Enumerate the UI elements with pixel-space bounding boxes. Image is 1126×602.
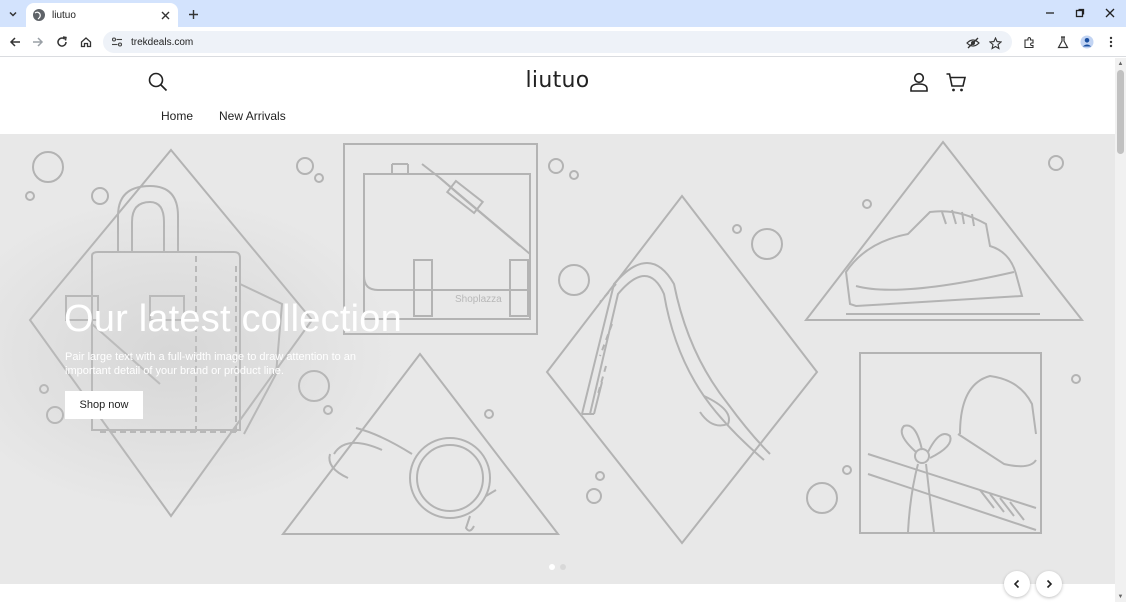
carousel-prev-button[interactable] bbox=[1004, 571, 1030, 597]
chevron-right-icon bbox=[1046, 579, 1053, 589]
slide-dot-1[interactable] bbox=[549, 564, 555, 570]
page-viewport: liutuo Home New Arrivals Shoplazza Our l… bbox=[0, 58, 1115, 602]
new-tab-plus-icon[interactable] bbox=[184, 5, 202, 23]
restore-icon[interactable] bbox=[1070, 4, 1090, 22]
url-text: trekdeals.com bbox=[131, 36, 194, 48]
browser-menu-dots-icon[interactable] bbox=[1101, 32, 1121, 52]
carousel-next-button[interactable] bbox=[1036, 571, 1062, 597]
forward-arrow-icon[interactable] bbox=[28, 32, 48, 52]
tab-list-chevron-icon[interactable] bbox=[4, 5, 22, 23]
site-settings-icon[interactable] bbox=[111, 36, 123, 48]
minimize-icon[interactable] bbox=[1040, 4, 1060, 22]
scroll-up-arrow-icon[interactable]: ▲ bbox=[1115, 58, 1126, 69]
scroll-down-arrow-icon[interactable]: ▼ bbox=[1115, 591, 1126, 602]
browser-tab-bar: liutuo bbox=[0, 0, 1126, 27]
browser-tab[interactable]: liutuo bbox=[26, 3, 178, 27]
hero-banner: Shoplazza Our latest collection Pair lar… bbox=[0, 134, 1115, 584]
home-icon[interactable] bbox=[76, 32, 96, 52]
hero-heading: Our latest collection bbox=[64, 298, 402, 340]
browser-toolbar: trekdeals.com bbox=[0, 27, 1126, 57]
tab-close-icon[interactable] bbox=[158, 8, 172, 22]
back-arrow-icon[interactable] bbox=[5, 32, 25, 52]
address-bar[interactable]: trekdeals.com bbox=[103, 31, 1012, 53]
scroll-thumb[interactable] bbox=[1117, 70, 1124, 154]
cart-icon[interactable] bbox=[945, 71, 967, 93]
extensions-puzzle-icon[interactable] bbox=[1019, 32, 1039, 52]
tab-title: liutuo bbox=[52, 9, 76, 21]
shoplazza-watermark: Shoplazza bbox=[455, 294, 502, 305]
window-close-icon[interactable] bbox=[1100, 4, 1120, 22]
chevron-left-icon bbox=[1013, 579, 1020, 589]
slide-dot-2[interactable] bbox=[560, 564, 566, 570]
site-header: liutuo Home New Arrivals bbox=[0, 58, 1115, 134]
eye-off-icon[interactable] bbox=[965, 35, 981, 51]
nav-item-home[interactable]: Home bbox=[161, 109, 193, 123]
reload-icon[interactable] bbox=[52, 32, 72, 52]
profile-avatar-icon[interactable] bbox=[1077, 32, 1097, 52]
main-nav: Home New Arrivals bbox=[161, 109, 286, 123]
bookmark-star-icon[interactable] bbox=[987, 35, 1003, 51]
nav-item-new-arrivals[interactable]: New Arrivals bbox=[219, 109, 286, 123]
labs-flask-icon[interactable] bbox=[1053, 32, 1073, 52]
page-scrollbar[interactable]: ▲ ▼ bbox=[1115, 58, 1126, 602]
shop-now-button[interactable]: Shop now bbox=[65, 391, 143, 419]
slide-indicators bbox=[549, 564, 566, 570]
account-icon[interactable] bbox=[908, 71, 930, 93]
globe-icon bbox=[33, 9, 45, 21]
hero-subheading: Pair large text with a full-width image … bbox=[65, 351, 357, 377]
